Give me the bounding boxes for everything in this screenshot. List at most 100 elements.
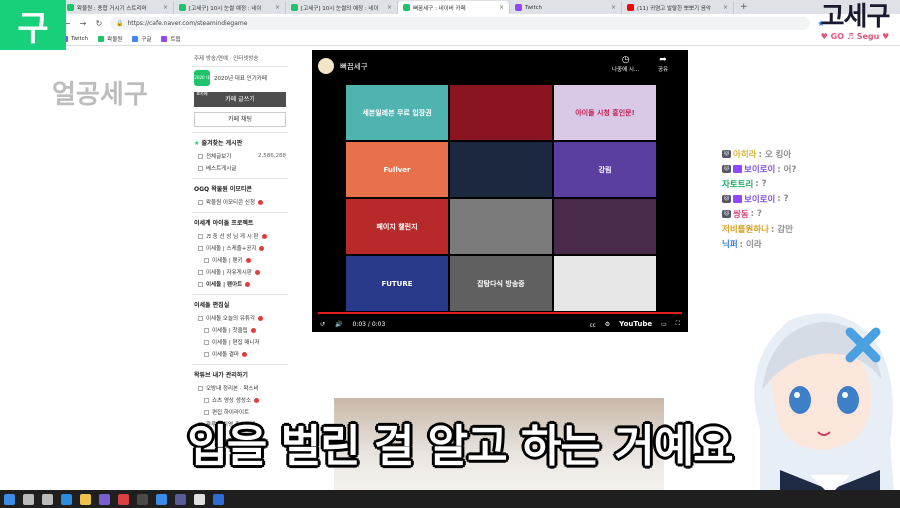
browser-tab[interactable]: Twitch × <box>510 1 622 14</box>
board-icon <box>198 281 203 287</box>
tab-title: Twitch <box>525 4 543 11</box>
channel-name[interactable]: 뻐끔세구 <box>340 61 368 72</box>
chat-username: 보이로이 <box>744 165 776 175</box>
menu-item[interactable]: 이세돌 | 팬아트 <box>192 278 288 290</box>
app-icon[interactable] <box>156 493 167 505</box>
start-icon[interactable] <box>4 493 15 505</box>
browser-tab[interactable]: 왁물원 : 종합 거시기 스트리머 × <box>62 1 174 14</box>
menu-item[interactable]: 이세돌 | 편집 매니저 <box>192 336 288 348</box>
browser-tab[interactable]: (11) 귀염고 발랄한 뽀뽀기 음악 × <box>622 1 734 14</box>
chat-message: 저비를원하나: 감만 <box>722 223 882 235</box>
url-text: https://cafe.naver.com/steamindiegame <box>127 19 248 27</box>
bookmark-item[interactable]: 왁물원 <box>98 35 122 43</box>
cat-badge-icon: 🐱 <box>722 150 731 158</box>
chat-text: : ? <box>755 179 767 189</box>
tab-close-icon[interactable]: × <box>611 4 616 11</box>
video-thumbnail[interactable]: 강림 <box>554 142 656 197</box>
cafe-topic: 주제 방송/연예 · 인터넷방송 <box>192 50 288 67</box>
tab-close-icon[interactable]: × <box>275 4 280 11</box>
video-thumbnail[interactable]: 페이지 챌린지 <box>346 199 448 254</box>
menu-item[interactable]: 이세돌 | 팬키 <box>192 254 288 266</box>
chat-username: 쌍동 <box>733 210 749 220</box>
reload-icon[interactable]: ↻ <box>94 19 104 28</box>
share-button[interactable]: ➦ 공유 <box>658 55 668 73</box>
menu-item[interactable]: 이세돌 | 자유게시판 <box>192 266 288 278</box>
cat-badge-icon: 🐱 <box>722 165 731 173</box>
fullscreen-icon[interactable]: ⛶ <box>676 320 680 328</box>
video-thumbnail[interactable]: Fullver <box>346 142 448 197</box>
browser-tab[interactable]: 뻐꿈세구 : 네이버 카페 × <box>398 1 510 14</box>
thumbnail-caption: Fullver <box>383 165 411 174</box>
twitch-badge-icon <box>733 195 742 203</box>
award-badge-icon: 2020 대표카페 <box>194 70 210 96</box>
menu-item[interactable]: 베스트게시글 <box>192 162 288 174</box>
cafe-chat-button[interactable]: 카페 채팅 <box>194 112 286 127</box>
chat-message: 🐱 보이로이: ? <box>722 193 882 205</box>
video-player[interactable]: 뻐끔세구 ◷ 나중에 시... ➦ 공유 세븐일레븐 무료 입장권 아이돌 시청 … <box>312 50 688 332</box>
video-thumbnail[interactable]: FUTURE <box>346 256 448 311</box>
replay-icon[interactable]: ↺ <box>320 321 325 328</box>
app-icon[interactable] <box>175 493 186 505</box>
app-icon[interactable] <box>118 493 129 505</box>
new-tab-button[interactable]: + <box>734 1 754 14</box>
task-view-icon[interactable] <box>42 493 53 505</box>
video-thumbnail[interactable]: 세븐일레븐 무료 입장권 <box>346 85 448 140</box>
menu-item[interactable]: 오방내 정리본 · 왁스비 <box>192 382 288 394</box>
video-thumbnail[interactable] <box>554 199 656 254</box>
board-icon <box>198 315 203 321</box>
tab-close-icon[interactable]: × <box>163 4 168 11</box>
progress-bar[interactable] <box>318 312 682 314</box>
thumbnail-caption: 아이돌 시청 흥인문! <box>575 108 635 117</box>
url-field[interactable]: 🔒 https://cafe.naver.com/steamindiegame <box>110 16 810 30</box>
channel-avatar[interactable] <box>318 58 334 74</box>
chat-text: : 감만 <box>770 225 793 235</box>
youtube-logo[interactable]: YouTube <box>619 320 652 328</box>
forward-icon[interactable]: → <box>78 19 88 28</box>
bookmark-item[interactable]: 구글 <box>132 35 151 43</box>
menu-item[interactable]: 이세돌 | 찻클립 <box>192 324 288 336</box>
board-icon <box>204 327 209 333</box>
video-thumbnail[interactable]: 아이돌 시청 흥인문! <box>554 85 656 140</box>
tab-favicon-icon <box>67 4 74 11</box>
browser-tab[interactable]: [고세구] 10시 눈썰 예정 : 네이 × <box>174 1 286 14</box>
video-thumbnail[interactable] <box>450 85 552 140</box>
app-icon[interactable] <box>137 493 148 505</box>
clock-icon: ◷ <box>621 55 630 65</box>
tab-close-icon[interactable]: × <box>387 4 392 11</box>
cast-icon[interactable]: ▭ <box>661 321 667 328</box>
tab-title: 왁물원 : 종합 거시기 스트리머 <box>77 5 147 12</box>
menu-item[interactable]: 이세돌 결마 <box>192 348 288 360</box>
explorer-icon[interactable] <box>80 493 91 505</box>
menu-item[interactable]: 이세돌 | 스케쥴+공지 <box>192 242 288 254</box>
browser-tab[interactable]: [고세구] 10시 눈썰의 예정 : 네이 × <box>286 1 398 14</box>
edge-icon[interactable] <box>61 493 72 505</box>
tab-close-icon[interactable]: × <box>723 4 728 11</box>
app-icon[interactable] <box>99 493 110 505</box>
taskbar <box>0 490 900 508</box>
menu-item[interactable]: 쇼츠 영상 생성소 <box>192 394 288 406</box>
volume-icon[interactable]: 🔊 <box>335 321 342 328</box>
search-icon[interactable] <box>23 493 34 505</box>
menu-item[interactable]: ♬ 중 선 성 님 게 시 판 <box>192 230 288 242</box>
watch-later-button[interactable]: ◷ 나중에 시... <box>612 55 639 73</box>
app-icon[interactable] <box>213 493 224 505</box>
app-icon[interactable] <box>194 493 205 505</box>
bookmark-icon <box>161 35 168 42</box>
new-badge-icon <box>245 257 251 263</box>
video-thumbnail[interactable] <box>450 199 552 254</box>
menu-item[interactable]: 전체글보기 2,586,288 <box>192 150 288 162</box>
menu-item[interactable]: 이세돌 오늘의 유튜각 <box>192 312 288 324</box>
logo-sub-text: ♥ GO ♬ Segu ♥ <box>820 32 890 41</box>
settings-icon[interactable]: ⚙ <box>605 321 610 328</box>
chat-message: 🐱 보이로이: 어? <box>722 163 882 175</box>
video-thumbnail[interactable] <box>450 142 552 197</box>
tab-close-icon[interactable]: × <box>499 4 504 11</box>
video-thumbnail[interactable] <box>554 256 656 311</box>
menu-item-label: 왁물원 이모티콘 신청 <box>206 200 256 206</box>
bookmark-item[interactable]: 트윕 <box>161 35 181 43</box>
thumbnail-caption: 페이지 챌린지 <box>376 222 418 231</box>
award-text: 2020년 대표 인기카페 <box>214 76 267 82</box>
subtitles-icon[interactable]: ㏄ <box>590 320 596 329</box>
video-thumbnail[interactable]: 잡탕다식 방송중 <box>450 256 552 311</box>
menu-item[interactable]: 왁물원 이모티콘 신청 <box>192 196 288 208</box>
